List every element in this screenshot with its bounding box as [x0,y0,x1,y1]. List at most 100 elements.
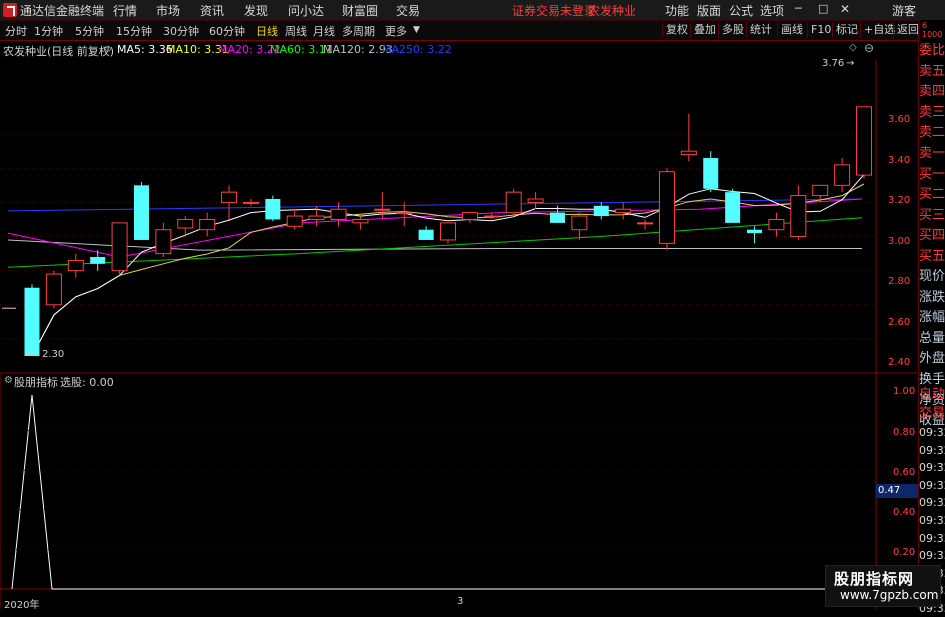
candle-body [790,195,807,238]
menu-options[interactable]: 选项 [760,2,784,19]
menu-market[interactable]: 市场 [156,2,180,19]
candle-body [199,218,216,231]
ind-axis-label: 0.40 [893,507,916,518]
menu-bar: 通达信金融终端 行情 市场 资讯 发现 问小达 财富圈 交易 证券交易未登录 农… [0,0,945,21]
watermark: 股朋指标网 www.7gpzb.com [825,565,941,607]
candle-body [221,191,238,203]
candle-body [703,158,719,189]
tab-30min[interactable]: 30分钟 [163,23,199,39]
current-stock-name: 农发种业 [588,4,637,18]
menu-news[interactable]: 资讯 [200,2,224,19]
menu-layout[interactable]: 版面 [697,2,721,19]
price-axis-label: 3.20 [888,195,911,206]
indicator-line [11,394,876,590]
overlay-button[interactable]: 叠加 [690,22,719,38]
period-toolbar: 分时 1分钟 5分钟 15分钟 30分钟 60分钟 日线 周线 月线 多周期 更… [0,21,945,41]
menu-discover[interactable]: 发现 [244,2,268,19]
quote-field-label: 买五 [919,249,945,264]
draw-line-button[interactable]: 画线 [777,22,806,38]
quote-field-label: 涨跌 [919,289,945,305]
minimize-button[interactable]: ─ [795,2,802,15]
candle-body [483,215,500,218]
close-button[interactable]: ✕ [840,2,850,16]
candle-body [308,215,325,220]
tab-monthly[interactable]: 月线 [313,23,335,39]
tab-1min[interactable]: 1分钟 [34,23,63,39]
more-arrow-icon: ▼ [413,25,420,35]
candle-body [396,212,413,215]
multi-stock-button[interactable]: 多股 [718,22,747,38]
tab-5min[interactable]: 5分钟 [75,23,104,39]
candle-body [768,218,785,231]
candle-body [637,222,654,225]
menu-assistant[interactable]: 问小达 [288,2,324,19]
adjust-button[interactable]: 复权 [662,22,691,38]
tab-60min[interactable]: 60分钟 [209,23,245,39]
candle-body [45,273,62,306]
quote-field-label: 卖五 [919,63,945,79]
quote-field-label: 买一 [919,166,945,182]
candle-body [658,171,675,244]
price-axis-label: 2.40 [888,357,911,368]
high-marker: 3.76 [822,58,845,69]
candle-body [67,259,84,272]
candle-body [24,287,40,356]
panel-tab[interactable]: 自动 [919,387,945,403]
indicator-gear-icon[interactable]: ⚙ [4,375,13,386]
panel-code: 6 1000 [922,21,943,39]
candle-body [593,205,609,217]
tab-daily[interactable]: 日线 [256,23,278,39]
quote-field-label: 涨幅 [919,310,945,326]
low-marker: 2.30 [42,349,65,360]
menu-function[interactable]: 功能 [665,2,689,19]
menu-trade[interactable]: 交易 [396,2,420,19]
candle-body [242,201,259,204]
candle-body [177,218,194,229]
candle-body [680,150,697,156]
candle-body [440,222,456,241]
user-label[interactable]: 游客 [892,2,916,19]
quote-field-label: 委比 [919,43,945,58]
candle-body [330,208,347,220]
indicator-value: 选股: 0.00 [60,376,114,389]
panel-tab[interactable]: 交易 [919,406,945,422]
price-axis-label: 2.80 [888,276,911,287]
candle-body [286,215,303,227]
app-title: 通达信金融终端 [20,4,105,18]
menu-wealth[interactable]: 财富圈 [342,2,378,19]
tab-multi-period[interactable]: 多周期 [342,23,375,39]
price-axis-label: 2.60 [888,317,911,328]
candle-body [747,229,763,234]
quote-field-label: 换手 [919,372,945,387]
candle-body [505,191,522,214]
mark-button[interactable]: 标记 [832,22,861,38]
tab-intraday[interactable]: 分时 [5,23,27,39]
candle-body [856,106,872,176]
trade-login-notice[interactable]: 证券交易未登录 [512,2,596,19]
date-month: 3 [457,596,464,607]
indicator-name: 股朋指标 [14,376,58,389]
f10-button[interactable]: F10 [807,22,834,38]
tab-more[interactable]: 更多 [385,23,407,39]
tick-time: 09:32 [919,443,945,457]
ind-axis-label: 0.80 [893,427,916,438]
menu-quotes[interactable]: 行情 [113,2,137,19]
quote-field-label: 外盘 [919,351,945,367]
candle-body [133,185,149,240]
quote-field-label: 买三 [919,207,945,223]
candlestick-series [2,106,872,356]
quote-field-label: 卖三 [919,104,945,120]
maximize-button[interactable]: □ [818,2,828,15]
tab-weekly[interactable]: 周线 [285,23,307,39]
menu-formula[interactable]: 公式 [729,2,753,19]
candle-body [834,164,851,186]
candle-body [111,222,128,272]
candle-body [571,215,588,231]
tab-15min[interactable]: 15分钟 [116,23,152,39]
price-axis-label: 3.40 [888,155,911,166]
candle-body [549,212,565,223]
statistics-button[interactable]: 统计 [746,22,775,38]
ma120-line [7,239,862,251]
candle-body [374,208,391,211]
arrow-left-icon: ← [28,348,37,359]
